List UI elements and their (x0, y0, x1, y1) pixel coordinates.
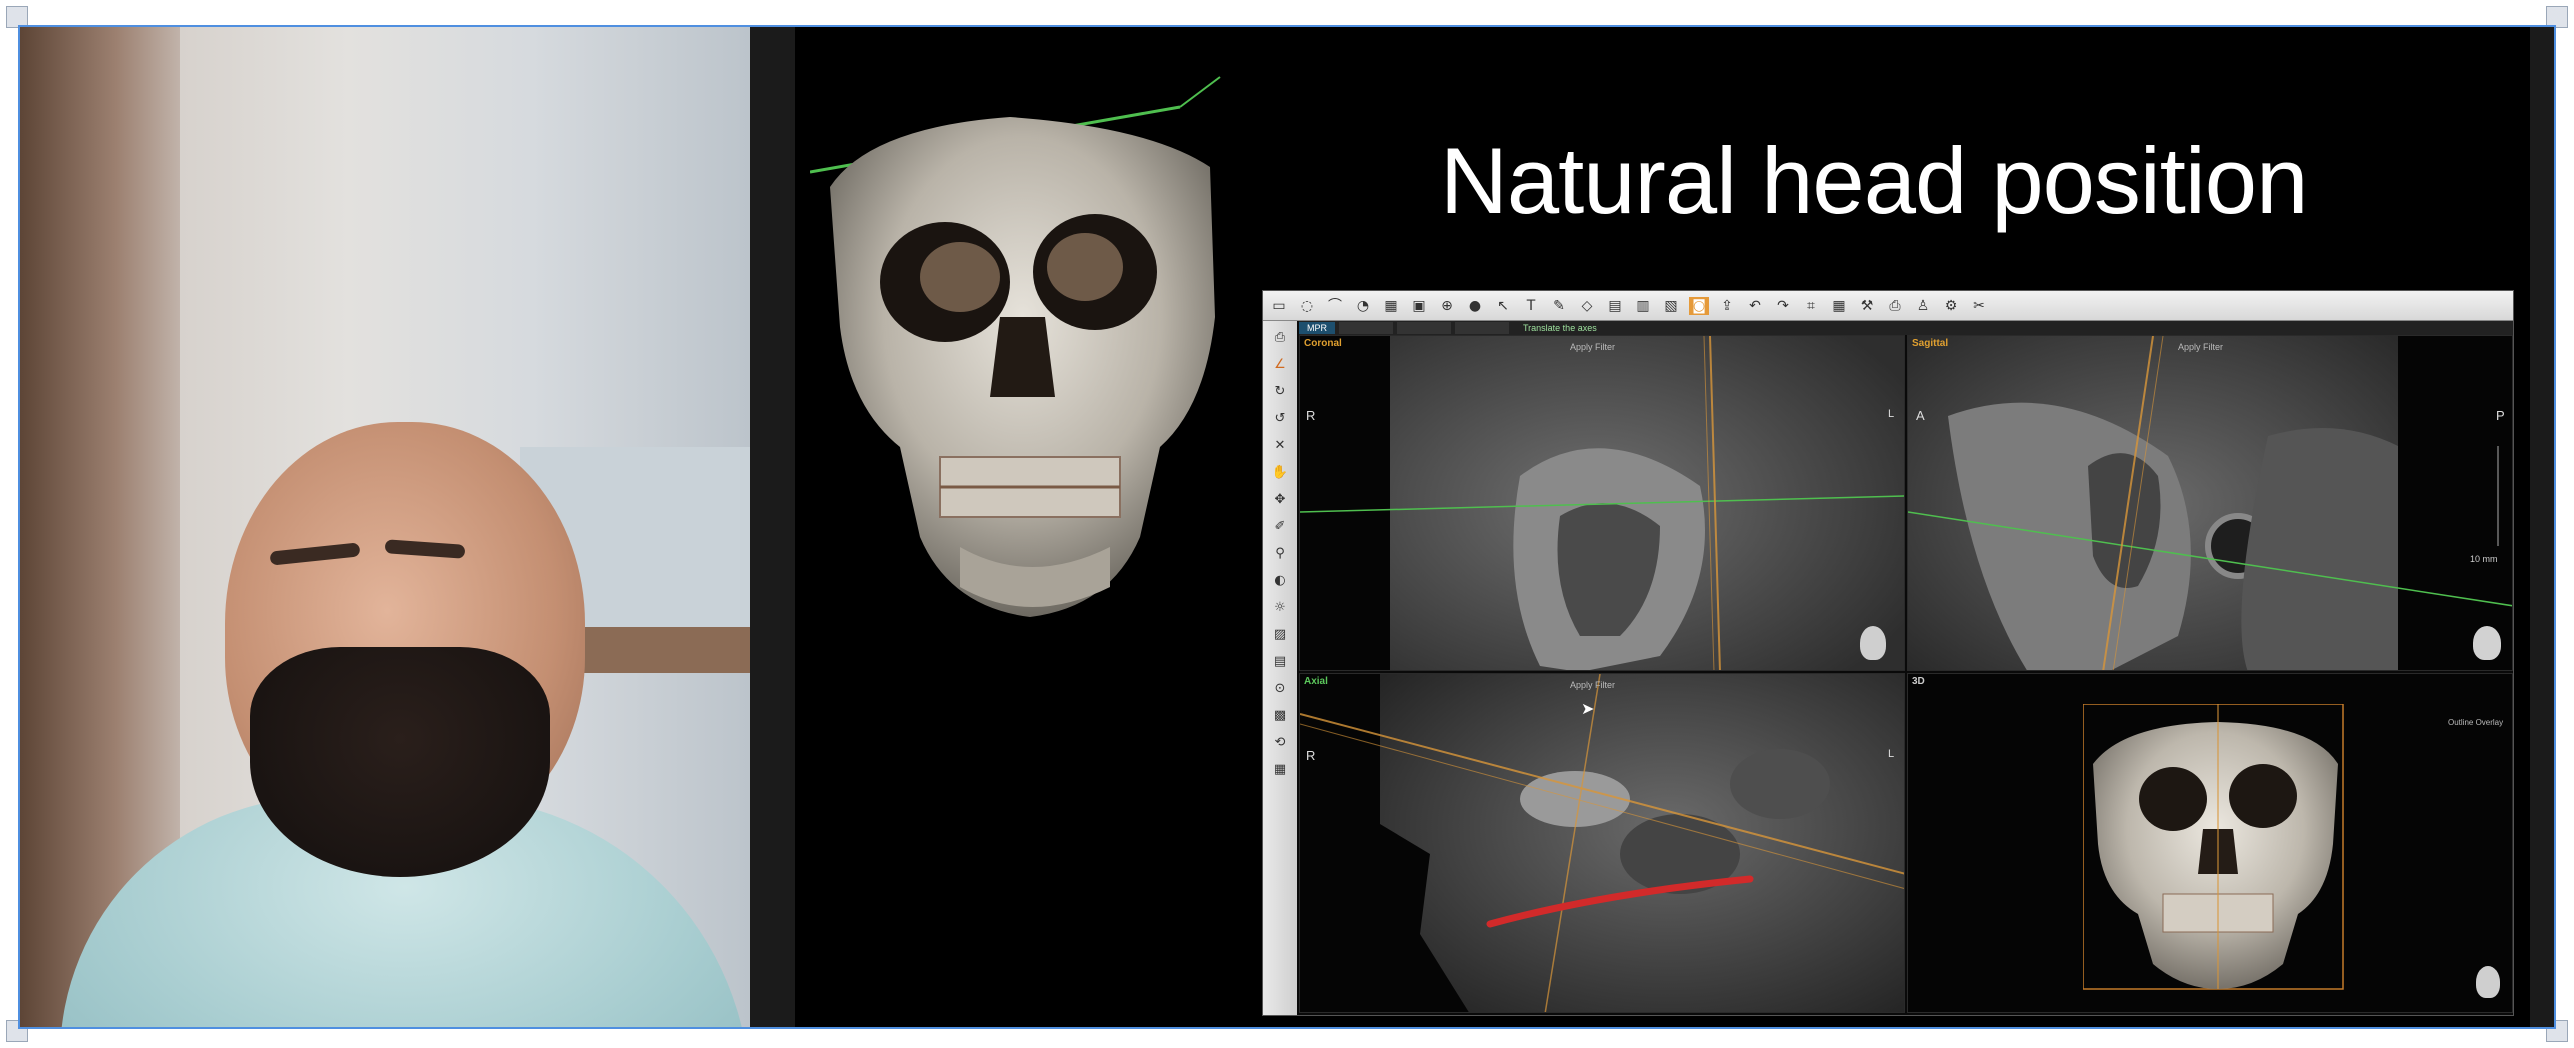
print-icon[interactable]: ⎙ (1270, 329, 1290, 347)
viewer-toolbar: ▭ ◌ ⌒ ◔ ▦ ▣ ⊕ ● ↖ T ✎ ◇ ▤ ▥ ▧ ◙ ⇪ ↶ ↷ ⌗ (1263, 291, 2513, 321)
sagittal-label: Sagittal (1912, 338, 1949, 349)
axial-caption: Apply Filter (1570, 680, 1616, 690)
person-icon[interactable]: ♙ (1913, 297, 1933, 315)
axial-left-marker: R (1306, 748, 1316, 763)
settings-icon[interactable]: ⚙ (1941, 297, 1961, 315)
axial-scan (1300, 674, 1904, 1012)
axial-label: Axial (1304, 676, 1328, 687)
three-d-pane[interactable]: 3D Outline Overlay (1907, 673, 2513, 1013)
slice-icon[interactable]: ▤ (1270, 653, 1290, 671)
axial-pane[interactable]: Axial R L Apply Filter (1299, 673, 1905, 1013)
zoom-icon[interactable]: ⚲ (1270, 545, 1290, 563)
viewer-tabs: MPR Translate the axes (1299, 321, 2513, 335)
graph-icon[interactable]: ▦ (1381, 297, 1401, 315)
head-orientation-icon (1860, 626, 1886, 660)
reset-icon[interactable]: ⟲ (1270, 734, 1290, 752)
report-icon[interactable]: ▤ (1605, 297, 1625, 315)
hand-icon[interactable]: ✋ (1270, 464, 1290, 482)
move-icon[interactable]: ✥ (1270, 491, 1290, 509)
grid-icon[interactable]: ▦ (1270, 761, 1290, 779)
redo-icon[interactable]: ↷ (1773, 297, 1793, 315)
print-icon[interactable]: ⎙ (1885, 297, 1905, 315)
tab-hint: Translate the axes (1523, 323, 1597, 333)
presentation-slide: Natural head position ▭ ◌ ⌒ ◔ ▦ ▣ ⊕ ● ↖ … (750, 27, 2554, 1027)
globe-icon[interactable]: ⊕ (1437, 297, 1457, 315)
color-icon[interactable]: ● (1465, 297, 1485, 315)
coronal-caption: Apply Filter (1570, 342, 1616, 352)
grid-icon[interactable]: ▣ (1409, 297, 1429, 315)
three-d-label: 3D (1912, 676, 1925, 687)
tab-3[interactable] (1397, 322, 1451, 334)
shape-icon[interactable]: ◇ (1577, 297, 1597, 315)
slide-right-edge (2530, 27, 2554, 1027)
tool-icon[interactable]: ⚒ (1857, 297, 1877, 315)
rotate-ccw-icon[interactable]: ↺ (1270, 410, 1290, 428)
skull-3d-render-small (2083, 704, 2344, 990)
coronal-scan (1300, 336, 1904, 670)
measure-icon[interactable]: ◔ (1353, 297, 1373, 315)
tab-4[interactable] (1455, 322, 1509, 334)
filter-icon[interactable]: ▩ (1270, 707, 1290, 725)
magnify-icon[interactable]: ⊙ (1270, 680, 1290, 698)
sagittal-pane[interactable]: Sagittal A P Apply Filter 10 mm (1907, 335, 2513, 671)
table-icon[interactable]: ▦ (1829, 297, 1849, 315)
dicom-viewer-window: ▭ ◌ ⌒ ◔ ▦ ▣ ⊕ ● ↖ T ✎ ◇ ▤ ▥ ▧ ◙ ⇪ ↶ ↷ ⌗ (1262, 290, 2514, 1016)
sagittal-scale-label: 10 mm (2470, 554, 2498, 564)
skull-3d-render-large (810, 76, 1221, 617)
sagittal-scan (1908, 336, 2512, 670)
head-orientation-icon (2476, 966, 2500, 998)
coronal-left-marker: R (1306, 408, 1316, 423)
text-icon[interactable]: T (1521, 297, 1541, 315)
head-orientation-icon (2473, 626, 2501, 660)
axial-right-marker: L (1888, 748, 1895, 760)
gradient-icon[interactable]: ▨ (1270, 626, 1290, 644)
export-icon[interactable]: ⇪ (1717, 297, 1737, 315)
brush-icon[interactable]: ✐ (1270, 518, 1290, 536)
presenter-beard (250, 647, 550, 877)
sagittal-left-marker: A (1916, 408, 1925, 423)
three-d-overlay-label: Outline Overlay (2448, 718, 2504, 727)
wrench-icon[interactable]: ✂ (1969, 297, 1989, 315)
curve-icon[interactable]: ⌒ (1325, 297, 1345, 315)
coronal-pane[interactable]: Coronal R L Apply Filter (1299, 335, 1905, 671)
slide-title: Natural head position (1440, 128, 2308, 233)
sagittal-caption: Apply Filter (2178, 342, 2224, 352)
lasso-icon[interactable]: ◌ (1297, 297, 1317, 315)
image-icon[interactable]: ▧ (1661, 297, 1681, 315)
undo-icon[interactable]: ↶ (1745, 297, 1765, 315)
ruler-icon[interactable]: ▭ (1269, 297, 1289, 315)
sagittal-right-marker: P (2496, 408, 2505, 423)
coronal-right-marker: L (1888, 408, 1895, 420)
tab-2[interactable] (1339, 322, 1393, 334)
pencil-icon[interactable]: ✎ (1549, 297, 1569, 315)
contrast-icon[interactable]: ◐ (1270, 572, 1290, 590)
brightness-icon[interactable]: ☼ (1270, 599, 1290, 617)
rotate-icon[interactable]: ↻ (1270, 383, 1290, 401)
viewer-sidebar: ⎙ ∠ ↻ ↺ ✕ ✋ ✥ ✐ ⚲ ◐ ☼ ▨ ▤ ⊙ ▩ ⟲ ▦ (1263, 321, 1297, 1015)
mouse-cursor-icon: ➤ (1581, 699, 1595, 718)
close-icon[interactable]: ✕ (1270, 437, 1290, 455)
slide-left-edge (750, 27, 795, 1027)
layout-icon[interactable]: ▥ (1633, 297, 1653, 315)
background-shelf (580, 627, 750, 673)
webcam-feed (20, 27, 750, 1027)
video-frame: Natural head position ▭ ◌ ⌒ ◔ ▦ ▣ ⊕ ● ↖ … (18, 25, 2556, 1029)
tab-mpr[interactable]: MPR (1299, 322, 1335, 334)
mesh-icon[interactable]: ⌗ (1801, 297, 1821, 315)
angle-icon[interactable]: ∠ (1270, 356, 1290, 374)
pointer-icon[interactable]: ↖ (1493, 297, 1513, 315)
camera-icon[interactable]: ◙ (1689, 296, 1709, 315)
coronal-label: Coronal (1304, 338, 1342, 349)
